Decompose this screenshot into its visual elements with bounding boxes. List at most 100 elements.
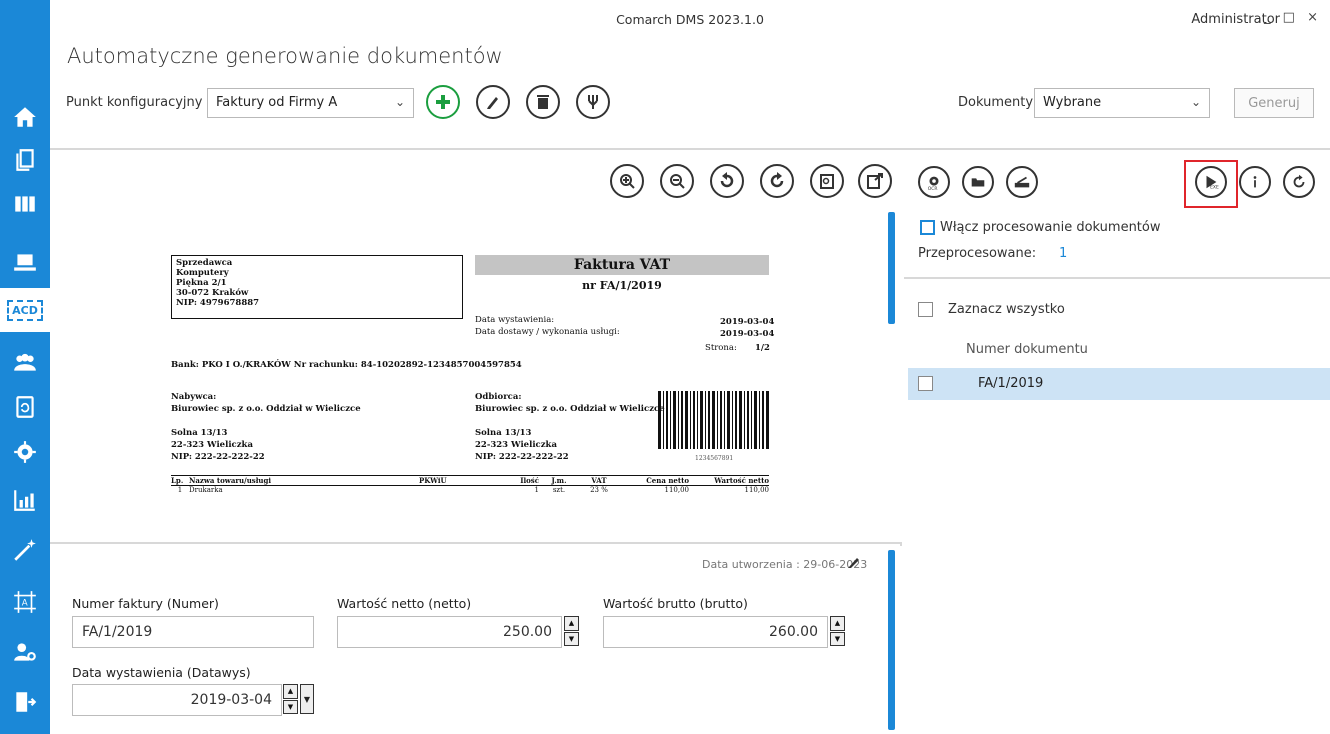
invoice-number: nr FA/1/2019: [582, 279, 662, 292]
row-checkbox[interactable]: [918, 376, 933, 391]
logout-icon[interactable]: [0, 680, 50, 724]
issue-date-label: Data wystawienia:: [475, 315, 555, 325]
recipient-city: 22-323 Wieliczka: [475, 440, 557, 450]
zoom-out-button[interactable]: [660, 164, 694, 198]
laptop-icon[interactable]: [0, 240, 50, 284]
net-value-stepper[interactable]: ▲ ▼: [564, 616, 579, 646]
down-arrow-icon[interactable]: ▼: [830, 631, 845, 646]
acd-icon[interactable]: ACD: [0, 288, 50, 332]
config-point-label: Punkt konfiguracyjny: [66, 95, 203, 110]
chart-icon[interactable]: [0, 478, 50, 522]
up-arrow-icon[interactable]: ▲: [283, 684, 298, 699]
table-cell: 23 %: [590, 486, 608, 494]
document-cycle-icon[interactable]: [0, 385, 50, 429]
plus-icon: [436, 95, 450, 109]
up-arrow-icon[interactable]: ▲: [830, 616, 845, 631]
home-icon[interactable]: [0, 95, 50, 139]
rotate-left-button[interactable]: [710, 164, 744, 198]
seller-nip: NIP: 4979678887: [176, 298, 260, 308]
zoom-out-icon: [670, 174, 685, 189]
settings-icon[interactable]: [0, 430, 50, 474]
page-value: 1/2: [755, 343, 770, 353]
barcode-number: 1234567891: [695, 455, 734, 462]
invoice-number-label: Numer faktury (Numer): [72, 596, 219, 611]
config-point-value: Faktury od Firmy A: [216, 95, 338, 110]
down-arrow-icon[interactable]: ▼: [564, 631, 579, 646]
refresh-button[interactable]: [1283, 166, 1315, 198]
fit-page-button[interactable]: [810, 164, 844, 198]
seller-street: Piękna 2/1: [176, 278, 227, 288]
issue-date-field-label: Data wystawienia (Datawys): [72, 665, 251, 680]
table-cell: Drukarka: [189, 486, 223, 494]
edit-button[interactable]: [476, 85, 510, 119]
processing-checkbox[interactable]: [920, 220, 935, 235]
refresh-icon: [1293, 174, 1305, 188]
form-scrollbar[interactable]: [888, 550, 895, 730]
table-row: 1 Drukarka 1 szt. 23 % 110,00 110,00: [171, 486, 769, 495]
window-controls[interactable]: _ □ ×: [1264, 10, 1322, 25]
calendar-dropdown-button[interactable]: ▼: [300, 684, 314, 714]
documents-value: Wybrane: [1043, 95, 1102, 110]
generate-button[interactable]: Generuj: [1234, 88, 1314, 118]
columns-icon[interactable]: [0, 182, 50, 226]
net-value-label: Wartość netto (netto): [337, 596, 472, 611]
document-number: FA/1/2019: [978, 376, 1044, 391]
processed-label: Przeprocesowane:: [918, 246, 1037, 261]
template-icon[interactable]: A: [0, 580, 50, 624]
invoice-number-field[interactable]: FA/1/2019: [72, 616, 314, 648]
ocr-gear-icon: OCR: [928, 176, 939, 191]
open-folder-button[interactable]: [962, 166, 994, 198]
user-settings-icon[interactable]: [0, 630, 50, 674]
scan-button[interactable]: [1006, 166, 1038, 198]
table-header: Wartość netto: [714, 476, 769, 485]
table-cell: 110,00: [664, 486, 690, 494]
viewer-scrollbar[interactable]: [888, 212, 895, 324]
export-page-button[interactable]: [858, 164, 892, 198]
wand-icon[interactable]: [0, 528, 50, 572]
buyer-city: 22-323 Wieliczka: [171, 440, 253, 450]
buyer-label: Nabywca:: [171, 392, 217, 402]
buyer-block: Nabywca: Biurowiec sp. z o.o. Oddział w …: [171, 391, 361, 463]
document-number-header: Numer dokumentu: [966, 342, 1088, 357]
issue-date-stepper[interactable]: ▲ ▼: [283, 684, 298, 714]
svg-text:EXE: EXE: [1210, 184, 1219, 190]
document-viewer: Sprzedawca Komputery Piękna 2/1 30-072 K…: [50, 152, 902, 544]
issue-date-field[interactable]: 2019-03-04: [72, 684, 282, 716]
merge-button[interactable]: [576, 85, 610, 119]
down-arrow-icon[interactable]: ▼: [283, 699, 298, 714]
run-exe-button[interactable]: EXE: [1195, 166, 1227, 198]
config-point-select[interactable]: Faktury od Firmy A ⌄: [207, 88, 414, 118]
export-page-icon: [867, 173, 883, 189]
info-button[interactable]: [1239, 166, 1271, 198]
trash-icon: [537, 95, 549, 109]
add-button[interactable]: [426, 85, 460, 119]
seller-box: Sprzedawca Komputery Piękna 2/1 30-072 K…: [171, 255, 463, 319]
gross-value-stepper[interactable]: ▲ ▼: [830, 616, 845, 646]
table-cell: 1: [177, 486, 183, 494]
recipient-block: Odbiorca: Biurowiec sp. z o.o. Oddział w…: [475, 391, 665, 463]
recipient-nip: NIP: 222-22-222-22: [475, 452, 569, 462]
select-all-checkbox[interactable]: [918, 302, 933, 317]
edit-created-button[interactable]: [846, 554, 862, 574]
documents-select[interactable]: Wybrane ⌄: [1034, 88, 1210, 118]
sidebar: ACD A: [0, 0, 50, 734]
window-title: Comarch DMS 2023.1.0: [616, 12, 764, 27]
invoice-items-table: Lp. Nazwa towaru/usługi PKWiU Ilość J.m.…: [171, 475, 769, 494]
bank-info: Bank: PKO I O./KRAKÓW Nr rachunku: 84-10…: [171, 360, 522, 370]
invoice-title: Faktura VAT: [475, 255, 769, 275]
zoom-in-button[interactable]: [610, 164, 644, 198]
ocr-button[interactable]: OCR: [918, 166, 950, 198]
table-cell: [419, 486, 479, 495]
list-item[interactable]: FA/1/2019: [908, 368, 1330, 400]
delivery-date-label: Data dostawy / wykonania usługi:: [475, 327, 620, 337]
svg-text:OCR: OCR: [928, 186, 938, 191]
delete-button[interactable]: [526, 85, 560, 119]
net-value-field[interactable]: 250.00: [337, 616, 562, 648]
documents-icon[interactable]: [0, 138, 50, 182]
fit-page-icon: [820, 174, 834, 189]
up-arrow-icon[interactable]: ▲: [564, 616, 579, 631]
gross-value-field[interactable]: 260.00: [603, 616, 828, 648]
rotate-right-icon: [770, 172, 784, 188]
rotate-right-button[interactable]: [760, 164, 794, 198]
users-icon[interactable]: [0, 340, 50, 384]
